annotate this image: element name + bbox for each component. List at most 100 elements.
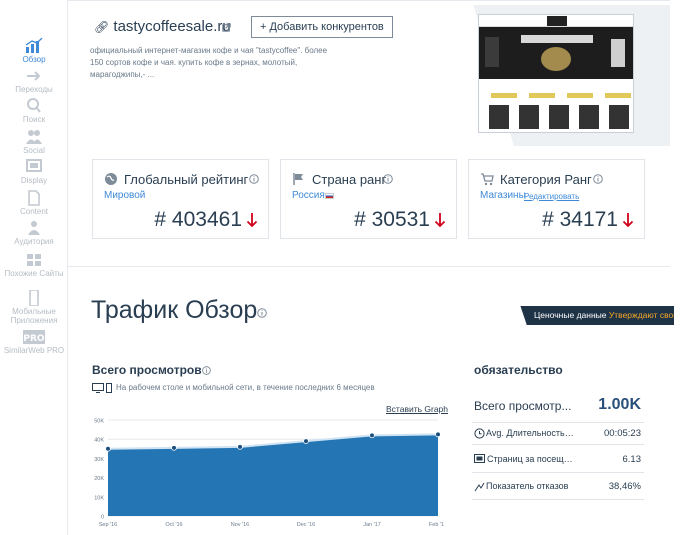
y-tick-label: 20K (94, 476, 104, 482)
nav-audience-label: Аудитория (14, 237, 54, 246)
nav-similarweb-pro[interactable]: PRO SimilarWeb PRO (0, 329, 68, 355)
sidebar: Обзор Переходы Поиск Social Display Cont… (0, 0, 68, 535)
data-point (171, 445, 177, 451)
x-tick-label: Feb '17 (429, 522, 444, 528)
people-icon (26, 130, 42, 144)
country-name[interactable]: Россия (292, 190, 325, 201)
external-link-icon[interactable] (222, 23, 231, 32)
info-icon[interactable] (249, 174, 259, 184)
category-rank-value: # 34171 (542, 208, 618, 231)
chart-y-ticks: 50K 40K 30K 20K 10K 0 (94, 419, 104, 521)
info-icon[interactable] (257, 308, 267, 318)
y-tick-label: 30K (94, 457, 104, 463)
avg-duration-value: 00:05:23 (604, 428, 641, 439)
document-icon (28, 190, 40, 206)
nav-mobile-apps[interactable]: Мобильные Приложения (0, 290, 68, 325)
nav-social-label: Social (23, 146, 45, 155)
global-rank-value: # 403461 (154, 208, 242, 231)
russia-flag-icon (325, 193, 334, 199)
total-views-chart: 50K 40K 30K 20K 10K 0 Sep '16 Oct '16 Nov '16 De… (94, 419, 444, 529)
x-tick-label: Dec '16 (297, 522, 315, 528)
nav-similarweb-pro-label: SimilarWeb PRO (3, 346, 65, 355)
domain-name: tastycoffeesale.ru (113, 18, 231, 35)
data-point (369, 432, 375, 439)
pages-per-visit-value: 6.13 (622, 454, 642, 465)
arrow-down-icon (434, 213, 446, 228)
category-name[interactable]: Магазины (480, 190, 526, 201)
audience-icon (28, 221, 40, 235)
nav-overview-label: Обзор (22, 55, 46, 64)
info-icon[interactable] (593, 174, 603, 184)
x-tick-label: Jan '17 (363, 522, 381, 528)
banner-link[interactable]: Утверждают свой ... (609, 310, 674, 320)
nav-display-label: Display (20, 176, 48, 185)
info-icon[interactable] (202, 366, 211, 375)
data-point (435, 431, 441, 438)
global-rank-title: Глобальный рейтинг (124, 172, 249, 187)
clock-icon (474, 428, 485, 439)
data-point (237, 444, 243, 450)
total-visits-label: Всего просмотр... (474, 399, 572, 413)
country-rank-value: # 30531 (354, 208, 430, 231)
nav-overview[interactable]: Обзор (0, 38, 68, 64)
nav-display[interactable]: Display (0, 159, 68, 185)
pages-per-visit-label: Страниц за посещен... (487, 454, 577, 464)
nav-content[interactable]: Content (0, 190, 68, 216)
section-divider (68, 266, 670, 267)
nav-similar-sites[interactable]: Похожие Сайты (0, 252, 68, 278)
data-point (303, 438, 309, 444)
chart-bars-icon (25, 38, 43, 53)
engagement-row-bounce-rate: Показатель отказов 38,46% (472, 473, 644, 500)
arrow-down-icon (246, 213, 258, 228)
global-rank-scope: Мировой (104, 190, 146, 201)
desktop-mobile-icon (92, 383, 112, 393)
info-icon[interactable] (383, 174, 393, 184)
site-thumbnail[interactable] (478, 14, 634, 133)
global-rank-card: Глобальный рейтинг Мировой # 403461 (92, 159, 269, 239)
y-tick-label: 40K (94, 438, 104, 444)
nav-referrals[interactable]: Переходы (0, 68, 68, 94)
category-rank-title: Категория Ранг (500, 172, 592, 187)
x-tick-label: Sep '16 (99, 522, 117, 528)
engagement-row-pages-per-visit: Страниц за посещен... 6.13 (472, 445, 644, 473)
bounce-rate-value: 38,46% (608, 481, 641, 492)
site-header: 🔗︎ tastycoffeesale.ru + Добавить конкуре… (68, 0, 670, 146)
site-description: официальный интернет-магазин кофе и чая … (90, 46, 328, 79)
svg-text:PRO: PRO (23, 334, 45, 344)
edit-category-link[interactable]: Редактировать (524, 192, 579, 201)
similar-sites-icon (27, 254, 41, 266)
display-ad-icon (26, 159, 42, 172)
nav-search[interactable]: Поиск (0, 98, 68, 124)
magnifier-icon (27, 98, 41, 113)
bounce-rate-label: Показатель отказов (486, 481, 569, 491)
mobile-app-icon (29, 290, 39, 306)
pro-badge-icon: PRO (23, 330, 45, 344)
verify-data-banner[interactable]: Ценочные данные Утверждают свой ... (520, 306, 674, 325)
nav-audience[interactable]: Аудитория (0, 220, 68, 246)
nav-similar-sites-label: Похожие Сайты (4, 269, 64, 278)
nav-social[interactable]: Social (0, 129, 68, 155)
nav-content-label: Content (19, 207, 49, 216)
x-tick-label: Nov '16 (231, 522, 249, 528)
nav-referrals-label: Переходы (15, 85, 53, 94)
flag-icon (293, 173, 303, 185)
y-tick-label: 0 (101, 515, 104, 521)
chart-x-ticks: Sep '16 Oct '16 Nov '16 Dec '16 Jan '17 Feb '… (99, 522, 444, 528)
nav-mobile-apps-label: Мобильные Приложения (10, 307, 58, 325)
add-competitors-button[interactable]: + Добавить конкурентов (251, 16, 393, 38)
country-rank-title: Страна ранг (312, 172, 387, 187)
engagement-row-total-visits: Всего просмотр... 1.00K (472, 393, 644, 423)
y-tick-label: 50K (94, 419, 104, 425)
referral-arrows-icon (27, 71, 41, 81)
link-icon: 🔗︎ (94, 20, 110, 34)
y-tick-label: 10K (94, 495, 104, 501)
engagement-title: обязательство (474, 363, 563, 377)
category-rank-card: Категория Ранг Магазины Редактировать # … (468, 159, 645, 239)
x-tick-label: Oct '16 (165, 522, 182, 528)
total-visits-value: 1.00K (598, 396, 641, 413)
total-views-title: Всего просмотров (92, 363, 202, 377)
nav-search-label: Поиск (22, 115, 46, 124)
bounce-icon (474, 482, 485, 492)
country-rank-card: Страна ранг Россия # 30531 (280, 159, 457, 239)
cart-icon (481, 173, 494, 186)
